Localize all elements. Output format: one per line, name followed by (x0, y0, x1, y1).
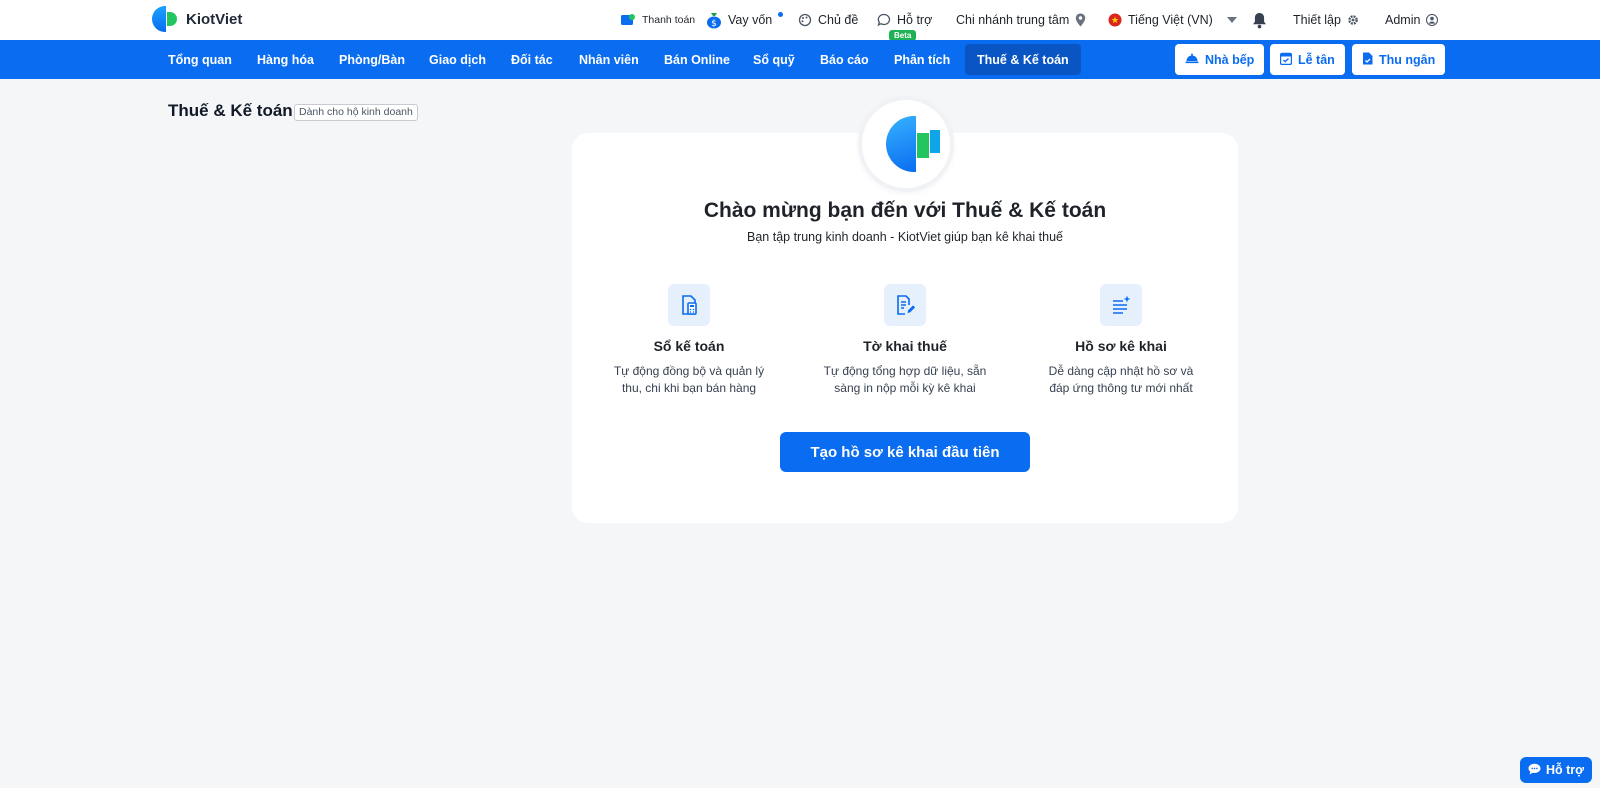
user-label: Admin (1385, 13, 1421, 27)
nav-reports[interactable]: Báo cáo (808, 44, 881, 75)
tax-accounting-logo-icon (882, 116, 942, 176)
create-first-declaration-button[interactable]: Tạo hồ sơ kê khai đầu tiên (780, 432, 1030, 472)
bell-icon (1252, 12, 1267, 29)
calculator-doc-icon (668, 284, 710, 326)
feature-desc-line: thu, chi khi bạn bán hàng (621, 381, 757, 395)
feature-declaration-profile: Hồ sơ kê khai Dễ dàng cập nhật hồ sơ và … (1016, 284, 1226, 397)
top-bar: KiotViet Thanh toán $ Vay vốn Chủ đề Hỗ … (0, 0, 1600, 40)
page-title: Thuế & Kế toán (168, 101, 293, 120)
business-type-tag: Dành cho hộ kinh doanh (294, 104, 418, 121)
cashier-doc-icon (1362, 52, 1373, 68)
reception-button[interactable]: Lễ tân (1270, 44, 1345, 75)
hero-logo (858, 96, 954, 192)
nav-overview[interactable]: Tổng quan (156, 44, 244, 75)
payment-link[interactable]: Thanh toán (620, 0, 695, 40)
floating-support-button[interactable]: Hỗ trợ (1520, 757, 1592, 783)
list-sparkle-icon (1100, 284, 1142, 326)
feature-desc-line: Dễ dàng cập nhật hồ sơ và (1048, 364, 1194, 378)
feature-desc-line: Tự động đồng bộ và quản lý (613, 364, 765, 378)
settings-link[interactable]: Thiết lập (1293, 0, 1359, 40)
loan-label: Vay vốn (728, 13, 773, 27)
feature-desc: Dễ dàng cập nhật hồ sơ và đáp ứng thông … (1016, 363, 1226, 397)
nav-products[interactable]: Hàng hóa (245, 44, 326, 75)
money-bag-icon: $ (706, 11, 722, 29)
chevron-down-icon (1226, 17, 1237, 23)
feature-title: Hồ sơ kê khai (1075, 338, 1167, 354)
welcome-subtitle: Bạn tập trung kinh doanh - KiotViet giúp… (747, 230, 1063, 244)
logo-icon (152, 6, 178, 32)
main-nav: Tổng quan Hàng hóa Phòng/Bàn Giao dịch Đ… (0, 40, 1600, 79)
cashier-label: Thu ngân (1379, 52, 1436, 67)
nav-employees[interactable]: Nhân viên (567, 44, 651, 75)
theme-label: Chủ đề (818, 13, 859, 27)
chat-bubble-icon (877, 13, 891, 27)
kitchen-label: Nhà bếp (1205, 52, 1255, 67)
location-pin-icon (1075, 13, 1086, 27)
payment-label: Thanh toán (642, 14, 696, 26)
feature-tax-declaration: Tờ khai thuế Tự động tổng hợp dữ liệu, s… (800, 284, 1010, 397)
svg-text:$: $ (711, 19, 717, 29)
loan-link[interactable]: $ Vay vốn (706, 0, 772, 40)
user-avatar-icon (1426, 14, 1439, 26)
settings-label: Thiết lập (1293, 13, 1341, 27)
cashier-button[interactable]: Thu ngân (1352, 44, 1446, 75)
feature-accounting-book: Sổ kế toán Tự động đồng bộ và quản lý th… (584, 284, 794, 397)
feature-desc: Tự động tổng hợp dữ liệu, sẵn sàng in nộ… (800, 363, 1010, 397)
reception-label: Lễ tân (1298, 52, 1335, 67)
calendar-icon (1279, 52, 1293, 68)
branch-label: Chi nhánh trung tâm (956, 13, 1070, 27)
feature-desc: Tự động đồng bộ và quản lý thu, chi khi … (584, 363, 794, 397)
user-menu[interactable]: Admin (1385, 0, 1439, 40)
nav-rooms-tables[interactable]: Phòng/Bàn (327, 44, 417, 75)
theme-link[interactable]: Chủ đề (798, 0, 858, 40)
payment-icon (620, 13, 636, 27)
edit-doc-icon (884, 284, 926, 326)
cloche-icon (1185, 52, 1199, 67)
feature-desc-line: đáp ứng thông tư mới nhất (1049, 381, 1193, 395)
feature-desc-line: sàng in nộp mỗi kỳ kê khai (834, 381, 976, 395)
language-selector[interactable]: Tiếng Việt (VN) (1108, 0, 1237, 40)
kitchen-button[interactable]: Nhà bếp (1175, 44, 1265, 75)
feature-title: Tờ khai thuế (863, 338, 947, 354)
welcome-title: Chào mừng bạn đến với Thuế & Kế toán (703, 199, 1107, 222)
chat-icon (1528, 763, 1541, 778)
feature-title: Sổ kế toán (653, 338, 725, 354)
nav-tax-accounting[interactable]: Thuế & Kế toán (965, 44, 1081, 75)
notification-bell[interactable] (1252, 0, 1267, 40)
palette-icon (798, 13, 812, 27)
nav-online-sales[interactable]: Bán Online (652, 44, 742, 75)
nav-transactions[interactable]: Giao dịch (417, 44, 498, 75)
gear-icon (1347, 14, 1359, 26)
nav-partners[interactable]: Đối tác (499, 44, 565, 75)
feature-desc-line: Tự động tổng hợp dữ liệu, sẵn (823, 364, 987, 378)
nav-analytics[interactable]: Phân tích (882, 44, 962, 75)
loan-notification-dot (778, 12, 783, 17)
support-label: Hỗ trợ (897, 13, 933, 27)
kiotviet-logo[interactable]: KiotViet (152, 6, 242, 32)
nav-cashbook[interactable]: Sổ quỹ (741, 44, 807, 75)
logo-text: KiotViet (186, 10, 243, 28)
language-label: Tiếng Việt (VN) (1128, 13, 1213, 27)
branch-selector[interactable]: Chi nhánh trung tâm (956, 0, 1086, 40)
floating-support-label: Hỗ trợ (1545, 763, 1585, 777)
vietnam-flag-icon (1108, 13, 1122, 27)
